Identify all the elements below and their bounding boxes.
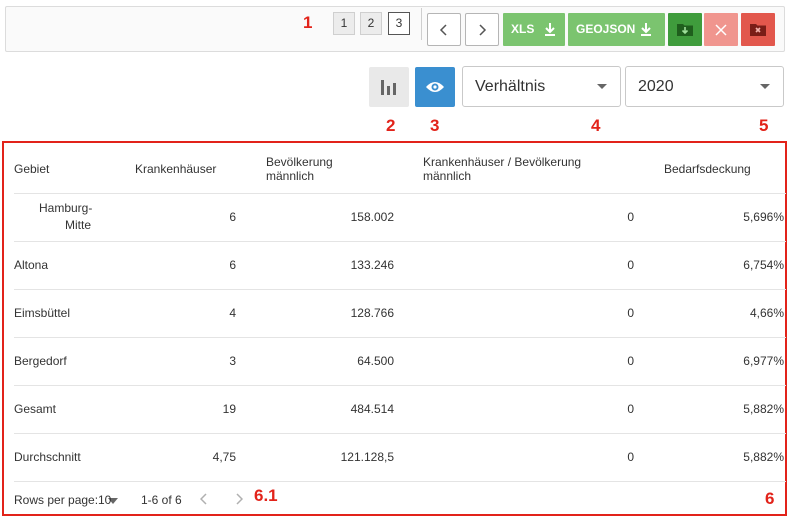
cell-gebiet: Bergedorf [14, 337, 114, 386]
header-bedarfsdeckung[interactable]: Bedarfsdeckung [634, 146, 786, 194]
chevron-right-icon [479, 24, 487, 36]
cell-verhaeltnis: 0 [394, 241, 634, 290]
table-row: Durchschnitt 4,75 121.128,5 0 5,882% [14, 433, 786, 482]
cell-bevoelkerung: 484.514 [236, 385, 394, 434]
folder-download-icon [677, 24, 693, 36]
annotation-3: 3 [430, 116, 440, 135]
cell-gebiet: Eimsbüttel [14, 289, 114, 338]
data-table: Gebiet Krankenhäuser Bevölkerung männlich… [14, 146, 786, 482]
eye-icon [426, 82, 444, 92]
rows-per-page-label: Rows per page: [14, 493, 99, 507]
header-bevoelkerung[interactable]: Bevölkerung männlich [236, 146, 394, 194]
cell-bedarfsdeckung: 5,882% [634, 433, 786, 482]
geojson-download-button[interactable]: GEOJSON [568, 13, 665, 46]
data-table-panel: Gebiet Krankenhäuser Bevölkerung männlich… [2, 141, 787, 516]
next-button[interactable] [465, 13, 499, 46]
cell-krankenhaeuser: 6 [114, 241, 236, 290]
close-icon [715, 23, 727, 36]
cell-bevoelkerung: 133.246 [236, 241, 394, 290]
pagination-next-button[interactable] [235, 492, 244, 508]
close-button[interactable] [704, 13, 738, 46]
rows-per-page-select[interactable]: 10 [98, 492, 118, 508]
cell-verhaeltnis: 0 [394, 433, 634, 482]
page-button-1[interactable]: 1 [333, 12, 355, 35]
cell-bedarfsdeckung: 5,696% [634, 193, 786, 242]
table-row: Altona 6 133.246 0 6,754% [14, 241, 786, 290]
cell-bedarfsdeckung: 6,977% [634, 337, 786, 386]
cell-gebiet: Durchschnitt [14, 433, 114, 482]
cell-gebiet: Hamburg- Mitte [14, 193, 114, 242]
rows-per-page-value: 10 [98, 493, 112, 507]
cell-bedarfsdeckung: 5,882% [634, 385, 786, 434]
cell-krankenhaeuser: 3 [114, 337, 236, 386]
measure-select[interactable]: Verhältnis [462, 66, 621, 107]
chevron-right-icon [236, 493, 244, 505]
year-select-value: 2020 [638, 78, 674, 95]
cell-bedarfsdeckung: 4,66% [634, 289, 786, 338]
annotation-6-1: 6.1 [254, 486, 278, 505]
page-button-2[interactable]: 2 [360, 12, 382, 35]
cell-verhaeltnis: 0 [394, 193, 634, 242]
cell-bevoelkerung: 64.500 [236, 337, 394, 386]
download-icon [545, 23, 555, 36]
cell-verhaeltnis: 0 [394, 289, 634, 338]
year-select[interactable]: 2020 [625, 66, 784, 107]
annotation-2: 2 [386, 116, 396, 135]
header-gebiet[interactable]: Gebiet [14, 146, 114, 194]
cell-bevoelkerung: 158.002 [236, 193, 394, 242]
header-verhaeltnis[interactable]: Krankenhäuser / Bevölkerung männlich [394, 146, 634, 194]
geojson-label: GEOJSON [576, 22, 636, 36]
measure-select-value: Verhältnis [475, 78, 546, 95]
cell-bedarfsdeckung: 6,754% [634, 241, 786, 290]
pagination-range: 1-6 of 6 [141, 493, 182, 507]
cell-gebiet: Altona [14, 241, 114, 290]
cell-verhaeltnis: 0 [394, 385, 634, 434]
annotation-4: 4 [591, 116, 601, 135]
download-icon [641, 23, 651, 36]
bar-chart-icon [381, 80, 396, 95]
cell-bevoelkerung: 128.766 [236, 289, 394, 338]
xls-download-button[interactable]: XLS [503, 13, 565, 46]
pagination-prev-button[interactable] [199, 492, 208, 508]
cell-krankenhaeuser: 4,75 [114, 433, 236, 482]
table-header-row: Gebiet Krankenhäuser Bevölkerung männlich… [14, 146, 786, 194]
cell-krankenhaeuser: 4 [114, 289, 236, 338]
annotation-1: 1 [303, 13, 313, 32]
table-row: Eimsbüttel 4 128.766 0 4,66% [14, 289, 786, 338]
cell-gebiet: Gesamt [14, 385, 114, 434]
chevron-left-icon [199, 493, 207, 505]
table-row: Gesamt 19 484.514 0 5,882% [14, 385, 786, 434]
delete-folder-button[interactable] [741, 13, 775, 46]
cell-verhaeltnis: 0 [394, 337, 634, 386]
folder-delete-icon [750, 24, 766, 36]
cell-krankenhaeuser: 6 [114, 193, 236, 242]
prev-button[interactable] [427, 13, 461, 46]
chevron-down-icon [597, 84, 607, 89]
annotation-5: 5 [759, 116, 769, 135]
chevron-left-icon [439, 24, 447, 36]
cell-bevoelkerung: 121.128,5 [236, 433, 394, 482]
table-row: Bergedorf 3 64.500 0 6,977% [14, 337, 786, 386]
annotation-6: 6 [765, 489, 775, 508]
page-button-3[interactable]: 3 [388, 12, 410, 35]
xls-label: XLS [511, 22, 535, 36]
chevron-down-icon [760, 84, 770, 89]
table-row: Hamburg- Mitte 6 158.002 0 5,696% [14, 193, 786, 242]
visibility-toggle-button[interactable] [415, 67, 455, 107]
header-krankenhaeuser[interactable]: Krankenhäuser [114, 146, 236, 194]
chart-toggle-button[interactable] [369, 67, 409, 107]
save-folder-button[interactable] [668, 13, 702, 46]
toolbar-divider [421, 8, 422, 40]
cell-krankenhaeuser: 19 [114, 385, 236, 434]
